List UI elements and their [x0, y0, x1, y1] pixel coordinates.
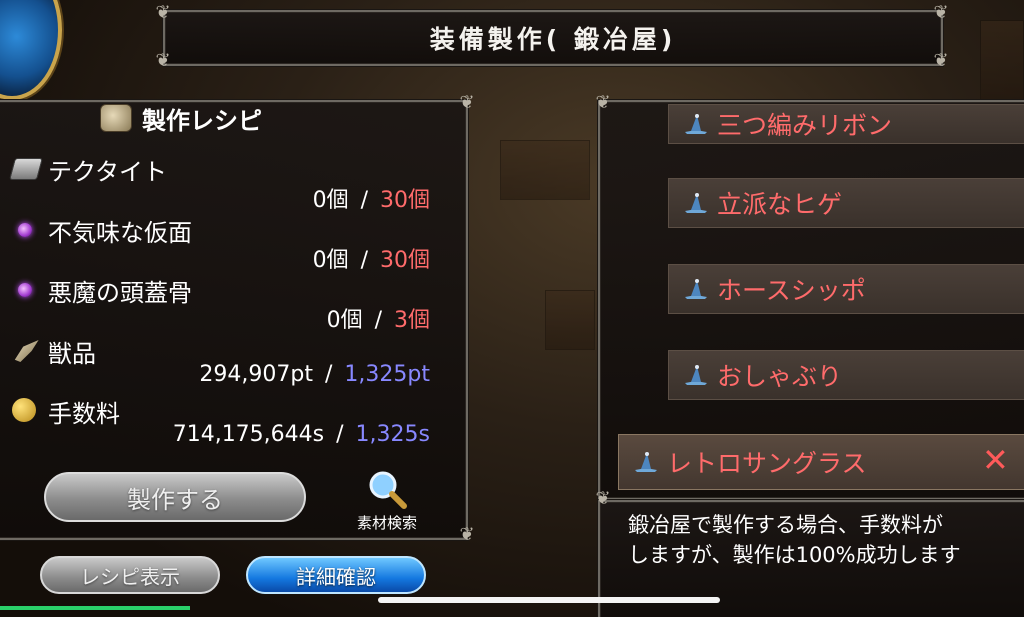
- quantity-separator: /: [360, 248, 368, 273]
- material-quantity: 0個 / 30個: [313, 182, 430, 214]
- material-quantity: 0個 / 30個: [313, 242, 430, 274]
- wizard-hat-icon: [633, 451, 659, 473]
- frame-ornament-icon: ❦: [459, 92, 475, 113]
- list-item[interactable]: 三つ編みリボン: [668, 104, 1024, 144]
- progress-bar: [0, 606, 190, 610]
- info-line: 鍛冶屋で製作する場合、手数料が: [628, 513, 943, 537]
- quantity-required: 30個: [380, 248, 430, 273]
- purple-orb-icon: [18, 283, 32, 297]
- quantity-required: 30個: [380, 188, 430, 213]
- background-shelf: [980, 20, 1024, 100]
- quantity-owned: 0個: [312, 188, 349, 213]
- frame-ornament-icon: ❦: [933, 50, 949, 71]
- list-item-selected[interactable]: レトロサングラス: [618, 434, 1024, 490]
- close-icon[interactable]: ✕: [982, 444, 1009, 476]
- list-item[interactable]: 立派なヒゲ: [668, 178, 1024, 228]
- search-label: 素材検索: [356, 514, 417, 532]
- background-shelf: [545, 290, 595, 350]
- title-bar: 装備製作( 鍛冶屋): [163, 10, 943, 66]
- quantity-owned: 714,175,644s: [172, 422, 325, 447]
- frame-ornament-icon: ❦: [933, 2, 949, 23]
- menu-orb-button[interactable]: る: [0, 0, 62, 100]
- detail-check-button[interactable]: 詳細確認: [246, 556, 426, 594]
- ingot-icon: [9, 158, 43, 180]
- material-name: 悪魔の頭蓋骨: [48, 279, 192, 307]
- material-name: 不気味な仮面: [48, 219, 192, 247]
- wizard-hat-icon: [683, 364, 709, 386]
- coin-icon: [12, 398, 36, 422]
- recipe-title: 製作レシピ: [142, 106, 262, 135]
- recipe-display-button[interactable]: レシピ表示: [40, 556, 220, 594]
- list-item-label: レトロサングラス: [667, 449, 867, 478]
- material-quantity: 714,175,644s / 1,325s: [173, 422, 430, 447]
- info-line: しますが、製作は100%成功します: [628, 543, 961, 567]
- material-name: テクタイト: [48, 158, 168, 186]
- frame-ornament-icon: ❦: [155, 2, 171, 23]
- frame-ornament-icon: ❦: [155, 50, 171, 71]
- frame-ornament-icon: ❦: [595, 488, 611, 509]
- list-item-label: ホースシッポ: [717, 276, 866, 305]
- quantity-owned: 0個: [312, 248, 349, 273]
- material-name: 獣品: [48, 340, 96, 368]
- quantity-owned: 294,907pt: [199, 362, 313, 387]
- recipe-header: 製作レシピ: [100, 100, 325, 136]
- quantity-required: 1,325s: [355, 422, 430, 447]
- material-name: 手数料: [48, 400, 120, 428]
- home-indicator[interactable]: [378, 597, 720, 603]
- quantity-required: 1,325pt: [344, 362, 430, 387]
- material-quantity: 0個 / 3個: [327, 302, 430, 334]
- wizard-hat-icon: [683, 192, 709, 214]
- recipe-scroll-icon: [100, 104, 132, 132]
- background-shelf: [500, 140, 590, 200]
- wizard-hat-icon: [683, 113, 709, 135]
- info-text: 鍛冶屋で製作する場合、手数料が しますが、製作は100%成功します: [628, 510, 1024, 570]
- list-item-label: 三つ編みリボン: [717, 111, 893, 140]
- frame-ornament-icon: ❦: [459, 524, 475, 545]
- quantity-separator: /: [325, 362, 333, 387]
- list-item-label: 立派なヒゲ: [717, 190, 843, 219]
- purple-orb-icon: [18, 223, 32, 237]
- craft-button[interactable]: 製作する: [44, 472, 306, 522]
- frame-ornament-icon: ❦: [595, 92, 611, 113]
- quantity-separator: /: [336, 422, 344, 447]
- quantity-owned: 0個: [326, 308, 363, 333]
- page-title: 装備製作( 鍛冶屋): [429, 25, 677, 54]
- list-item[interactable]: ホースシッポ: [668, 264, 1024, 314]
- material-search-button[interactable]: 素材検索: [345, 468, 429, 534]
- list-item-label: おしゃぶり: [717, 362, 843, 391]
- material-quantity: 294,907pt / 1,325pt: [199, 362, 430, 387]
- list-item[interactable]: おしゃぶり: [668, 350, 1024, 400]
- wizard-hat-icon: [683, 278, 709, 300]
- search-icon: [369, 471, 407, 509]
- quantity-required: 3個: [394, 308, 430, 333]
- quantity-separator: /: [360, 188, 368, 213]
- quantity-separator: /: [374, 308, 382, 333]
